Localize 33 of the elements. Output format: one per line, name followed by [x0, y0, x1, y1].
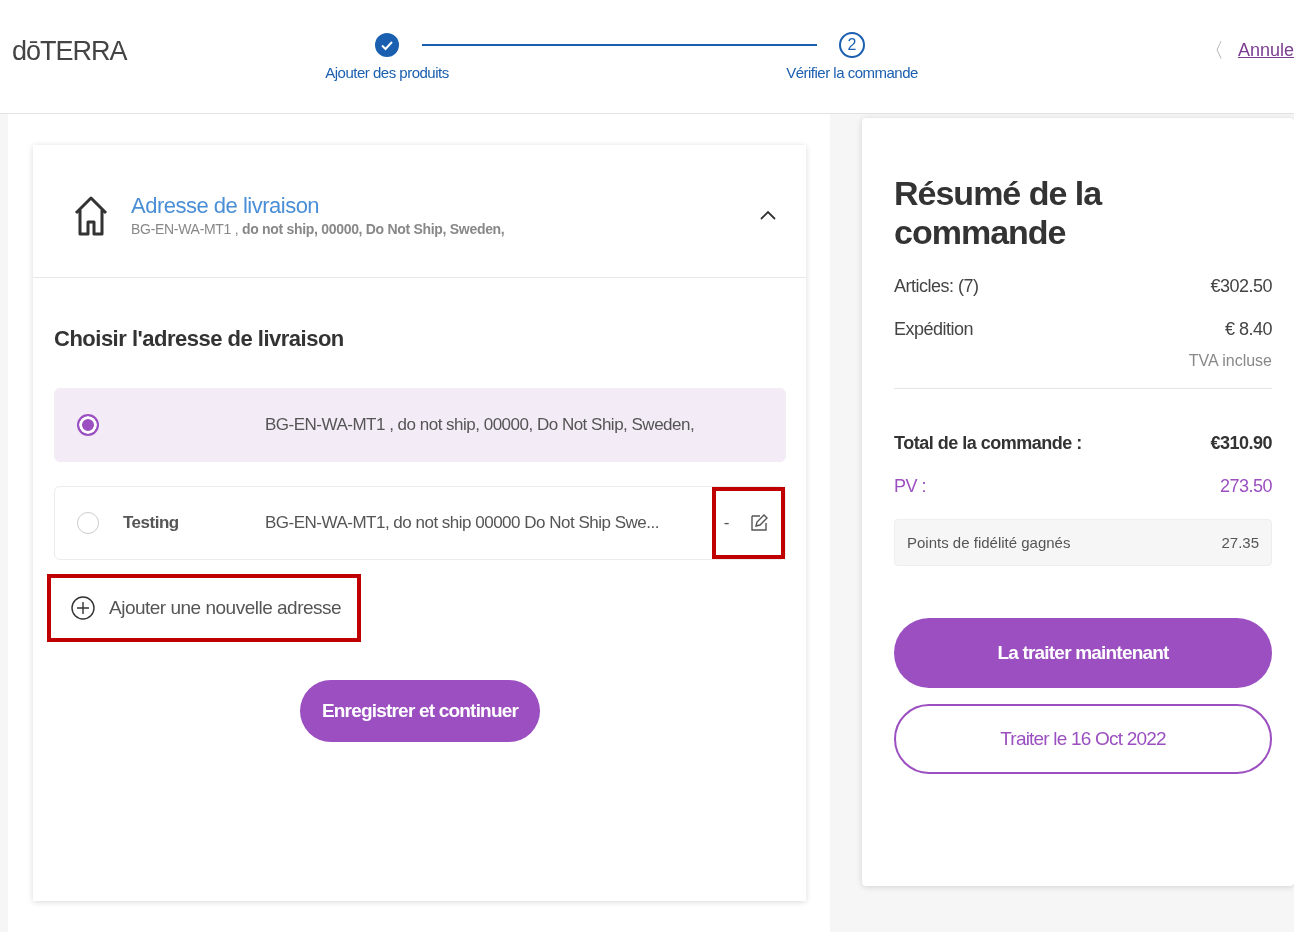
step-label[interactable]: Vérifier la commande — [786, 64, 918, 81]
address-text: BG-EN-WA-MT1, do not ship 00000 Do Not Ship Swe... — [265, 513, 660, 533]
process-now-button[interactable]: La traiter maintenant — [894, 618, 1272, 689]
choose-heading: Choisir l'adresse de livraison — [54, 326, 345, 352]
cancel-link[interactable]: Annule — [1237, 40, 1294, 61]
plus-circle-icon[interactable] — [71, 596, 95, 620]
total-value: €310.90 — [1210, 433, 1272, 455]
total-label: Total de la commande : — [894, 433, 1082, 455]
edit-icon[interactable] — [749, 513, 769, 533]
section-title[interactable]: Adresse de livraison — [131, 193, 738, 219]
step-label[interactable]: Ajouter des produits — [325, 64, 449, 81]
points-value: 27.35 — [1221, 534, 1259, 552]
address-option[interactable]: BG-EN-WA-MT1 , do not ship, 00000, Do Not Ship, Sweden, — [54, 388, 786, 462]
line-value: €302.50 — [1210, 276, 1272, 298]
line-label: Articles: (7) — [894, 276, 979, 298]
address-summary: BG-EN-WA-MT1 , do not ship, 00000, Do Not Ship, Sweden, — [131, 221, 506, 237]
caret-icon[interactable] — [760, 210, 776, 220]
radio-button[interactable] — [77, 414, 99, 436]
separator-dash: - — [723, 513, 729, 533]
tax-note: TVA incluse — [1188, 352, 1272, 371]
line-label: Expédition — [894, 319, 974, 341]
schedule-button[interactable]: Traiter le 16 Oct 2022 — [894, 704, 1272, 775]
summary-title: Résumé de la commande — [894, 174, 1103, 253]
pv-label: PV : — [894, 476, 926, 498]
step-number: 2 — [839, 32, 865, 58]
pv-value: 273.50 — [1219, 476, 1272, 498]
address-name: Testing — [123, 513, 179, 532]
save-button[interactable]: Enregistrer et continuer — [299, 680, 541, 742]
points-label: Points de fidélité gagnés — [907, 534, 1071, 552]
address-text: BG-EN-WA-MT1 , do not ship, 00000, Do Not Ship, Sweden, — [265, 415, 696, 435]
address-option[interactable]: Testing BG-EN-WA-MT1, do not ship 00000 Do Not Ship Swe... - — [54, 486, 786, 560]
logo[interactable]: dōTERRA — [12, 36, 242, 67]
line-value: € 8.40 — [1224, 319, 1272, 341]
